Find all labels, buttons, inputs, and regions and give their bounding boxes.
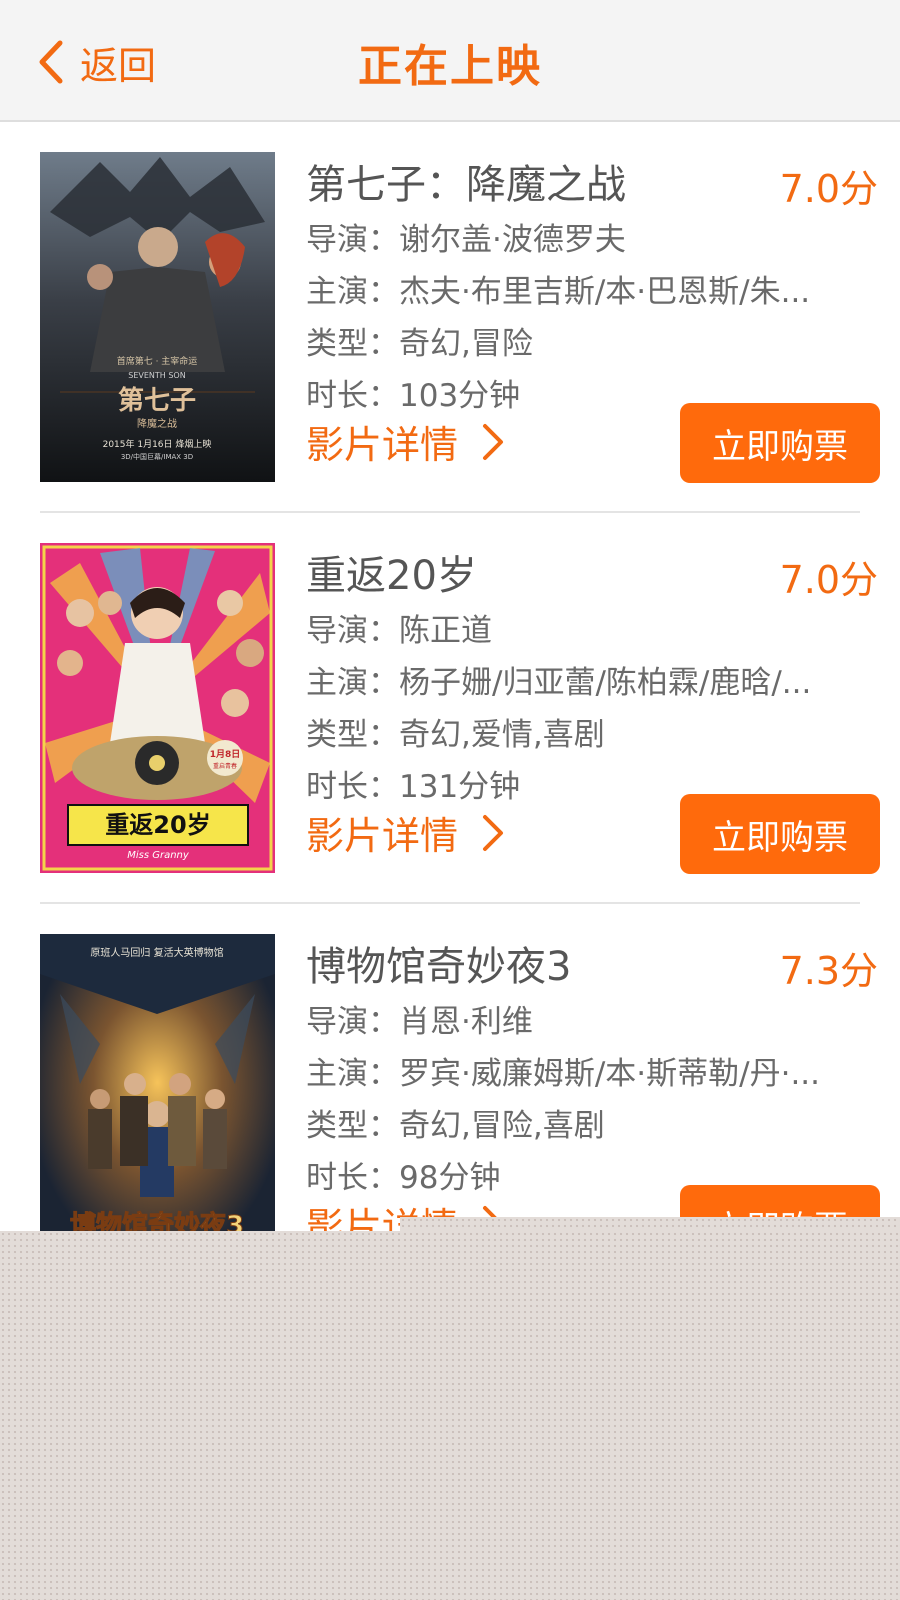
buy-ticket-button[interactable]: 立即购票 [680, 794, 880, 874]
poster-image: 第七子 降魔之战 SEVENTH SON 首席第七 · 主宰命运 2015年 1… [40, 152, 275, 482]
poster-date-badge: 1月8日 [210, 749, 241, 760]
movie-detail-label: 影片详情 [306, 814, 459, 858]
movie-score: 7.0分 [779, 558, 878, 602]
loading-overlay [0, 1231, 900, 1600]
poster-format-text: 3D/中国巨幕/IMAX 3D [121, 452, 193, 461]
nav-bar: 返回 正在上映 [0, 0, 900, 122]
poster-title-text: 重返20岁 [105, 811, 210, 839]
poster-tagline-text: 首席第七 · 主宰命运 [117, 355, 198, 367]
movie-genre: 类型：奇幻,冒险,喜剧 [306, 1108, 605, 1144]
movie-detail-label: 影片详情 [306, 423, 459, 467]
movie-title: 重返20岁 [306, 553, 477, 599]
movie-detail-link[interactable]: 影片详情 [306, 414, 506, 469]
movie-genre: 类型：奇幻,冒险 [306, 326, 533, 362]
poster-image: 1月8日 重启青春 重返20岁 Miss Granny [40, 543, 275, 873]
movie-title: 第七子：降魔之战 [306, 162, 626, 208]
movie-item[interactable]: 1月8日 重启青春 重返20岁 Miss Granny 重返20岁 7.0分 导… [0, 513, 900, 904]
movie-detail-link[interactable]: 影片详情 [306, 805, 506, 860]
movie-cast: 主演：罗宾·威廉姆斯/本·斯蒂勒/丹·... [306, 1056, 821, 1092]
movie-item[interactable]: 第七子 降魔之战 SEVENTH SON 首席第七 · 主宰命运 2015年 1… [0, 122, 900, 513]
movie-title: 博物馆奇妙夜3 [306, 944, 572, 990]
movie-cast: 主演：杨子姗/归亚蕾/陈柏霖/鹿晗/... [306, 665, 812, 701]
poster-tagline-text: 原班人马回归 复活大英博物馆 [90, 946, 223, 959]
page-title: 正在上映 [358, 41, 542, 92]
movie-director: 导演：谢尔盖·波德罗夫 [306, 222, 626, 258]
poster-date-badge-sub: 重启青春 [213, 762, 237, 770]
movie-director: 导演：肖恩·利维 [306, 1004, 533, 1040]
poster-title-text: 第七子 [118, 385, 196, 416]
buy-ticket-button[interactable]: 立即购票 [680, 403, 880, 483]
movie-score: 7.3分 [779, 949, 878, 993]
movie-poster[interactable]: 1月8日 重启青春 重返20岁 Miss Granny [40, 543, 275, 873]
movie-director: 导演：陈正道 [306, 613, 492, 649]
poster-image: 原班人马回归 复活大英博物馆 博物馆奇妙夜3 [40, 934, 275, 1264]
movie-cast: 主演：杰夫·布里吉斯/本·巴恩斯/朱... [306, 274, 811, 310]
movie-poster[interactable]: 第七子 降魔之战 SEVENTH SON 首席第七 · 主宰命运 2015年 1… [40, 152, 275, 482]
movie-score: 7.0分 [779, 167, 878, 211]
poster-english-text: SEVENTH SON [128, 371, 185, 380]
poster-release-text: 2015年 1月16日 烽烟上映 [103, 438, 212, 450]
poster-english-text: Miss Granny [127, 850, 190, 861]
movie-poster[interactable]: 原班人马回归 复活大英博物馆 博物馆奇妙夜3 [40, 934, 275, 1264]
chevron-right-icon [483, 423, 504, 460]
movie-genre: 类型：奇幻,爱情,喜剧 [306, 717, 605, 753]
chevron-right-icon [483, 814, 504, 851]
poster-subtitle-text: 降魔之战 [137, 417, 177, 430]
